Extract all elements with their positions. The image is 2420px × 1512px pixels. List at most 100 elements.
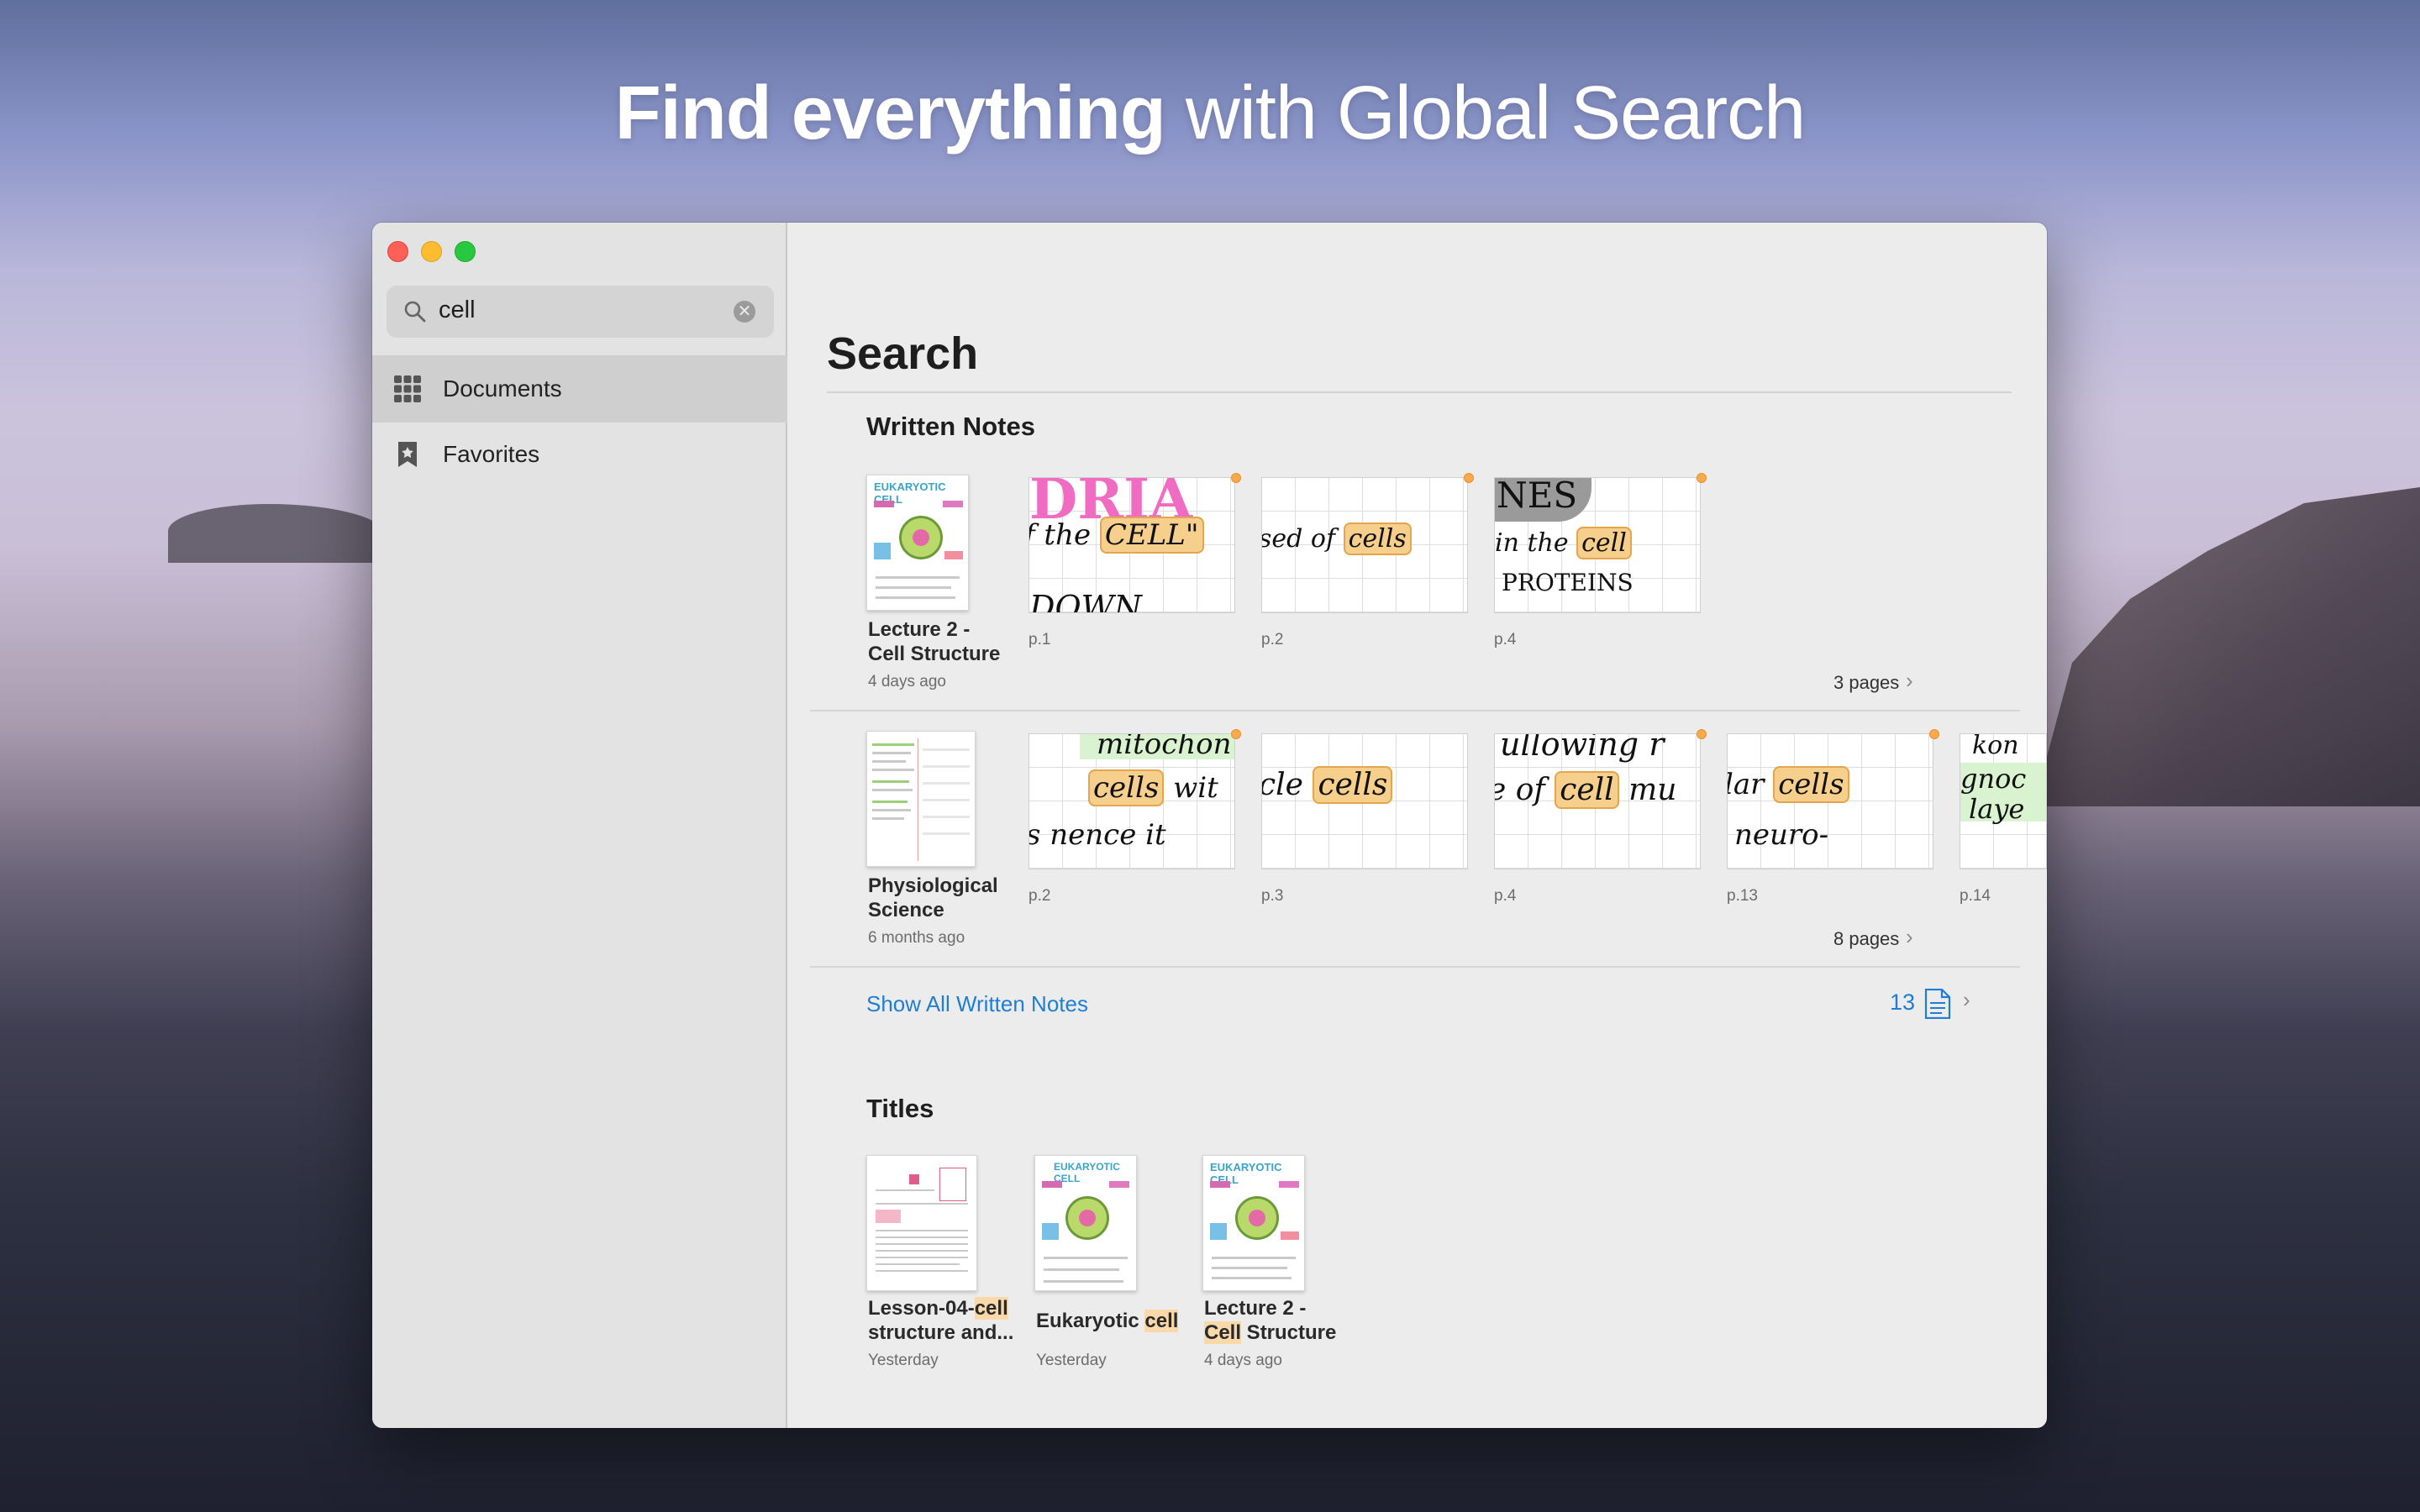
document-icon[interactable] xyxy=(1923,989,1952,1019)
headline: Find everything with Global Search xyxy=(0,71,2420,157)
search-match-highlight: Cell xyxy=(1204,1321,1242,1344)
document-date: Yesterday xyxy=(868,1352,939,1369)
main-content: Search Written Notes EUKARYOTIC CELL Lec… xyxy=(789,223,2047,1428)
title-text: Lecture 2 - xyxy=(1204,1297,1307,1320)
headline-rest: with Global Search xyxy=(1165,71,1806,155)
minimize-window-button[interactable] xyxy=(421,241,442,262)
chevron-right-icon[interactable]: › xyxy=(1906,668,1913,694)
chevron-right-icon[interactable]: › xyxy=(1963,987,1970,1013)
written-notes-total[interactable]: 13 xyxy=(1890,990,1915,1016)
document-name-line: Lecture 2 - xyxy=(868,618,971,641)
grid-icon xyxy=(394,375,421,402)
sidebar-item-label: Documents xyxy=(443,375,562,402)
search-match-highlight: cell xyxy=(974,1297,1008,1320)
show-all-written-notes-link[interactable]: Show All Written Notes xyxy=(866,991,1088,1017)
document-name-line: Physiological xyxy=(868,874,998,897)
handwriting-text: PROTEINS xyxy=(1502,569,1634,596)
search-match-highlight: cells xyxy=(1088,769,1165,806)
handwriting-text: f the xyxy=(1028,518,1100,552)
page-thumbnail[interactable]: ullowing r e of cell mu xyxy=(1494,733,1701,869)
chevron-right-icon[interactable]: › xyxy=(1906,924,1913,950)
handwriting-text: wit xyxy=(1164,771,1218,805)
page-label: p.2 xyxy=(1261,631,1284,648)
magnifier-icon xyxy=(404,301,426,323)
page-title: Search xyxy=(827,328,979,379)
search-field[interactable]: cell ✕ xyxy=(387,286,774,338)
handwriting-text: mitochon xyxy=(1097,733,1232,761)
headline-bold: Find everything xyxy=(614,71,1166,155)
page-marker-dot xyxy=(1697,473,1707,483)
document-name-line: Cell Structure xyxy=(868,643,1001,665)
sidebar-item-favorites[interactable]: Favorites xyxy=(372,421,787,488)
handwriting-text: in the xyxy=(1495,528,1577,558)
title-text: Lesson-04- xyxy=(868,1297,975,1320)
page-label: p.2 xyxy=(1028,887,1051,905)
divider xyxy=(810,966,2020,968)
handwriting-text: lar xyxy=(1727,768,1774,801)
title-text: structure and... xyxy=(868,1321,1014,1344)
handwriting-text: laye xyxy=(1969,793,2025,825)
divider xyxy=(810,710,2020,711)
title-result-name[interactable]: Lecture 2 - Cell Structure xyxy=(1204,1296,1336,1345)
title-result-name[interactable]: Eukaryotic cell xyxy=(1036,1309,1179,1333)
handwriting-text: cle xyxy=(1261,768,1313,802)
page-marker-dot xyxy=(1697,729,1707,739)
page-thumbnail[interactable]: sed of cells xyxy=(1261,477,1468,613)
page-thumbnail[interactable]: DRIA f the CELL" DOWN xyxy=(1028,477,1235,613)
handwriting-text: gnoc xyxy=(1960,763,2027,795)
search-match-highlight: cell xyxy=(1555,771,1619,809)
page-label: p.4 xyxy=(1494,887,1517,905)
page-label: p.13 xyxy=(1727,887,1758,905)
sidebar-item-documents[interactable]: Documents xyxy=(372,355,787,423)
sidebar-item-label: Favorites xyxy=(443,441,540,467)
search-match-highlight: cell xyxy=(1144,1310,1179,1332)
section-heading-written-notes: Written Notes xyxy=(866,412,1035,441)
page-label: p.3 xyxy=(1261,887,1284,905)
handwriting-text: e of xyxy=(1494,773,1555,807)
document-date: Yesterday xyxy=(1036,1352,1107,1369)
document-thumbnail[interactable]: EUKARYOTIC CELL xyxy=(866,475,969,611)
search-match-highlight: cells xyxy=(1313,766,1393,804)
handwriting-text: kon xyxy=(1972,733,2019,760)
document-name-line: Science xyxy=(868,899,944,921)
search-match-highlight: CELL" xyxy=(1099,517,1204,554)
document-thumbnail[interactable]: EUKARYOTIC CELL xyxy=(1034,1155,1137,1291)
page-marker-dot xyxy=(1929,729,1939,739)
document-thumbnail[interactable]: EUKARYOTIC CELL xyxy=(1202,1155,1305,1291)
page-thumbnail[interactable]: kon gnoc laye xyxy=(1960,733,2047,869)
sidebar: cell ✕ Documents Favorites xyxy=(372,223,787,1428)
pages-count-link[interactable]: 3 pages xyxy=(1833,672,1899,694)
page-thumbnail[interactable]: NES in the cell PROTEINS xyxy=(1494,477,1701,613)
handwriting-text: NES xyxy=(1497,477,1578,516)
document-thumbnail[interactable] xyxy=(866,731,976,867)
handwriting-text: sed of xyxy=(1261,524,1344,554)
section-heading-titles: Titles xyxy=(866,1094,934,1123)
page-thumbnail[interactable]: mitochon cells wit s nence it xyxy=(1028,733,1235,869)
page-label: p.1 xyxy=(1028,631,1051,648)
page-thumbnail[interactable]: cle cells xyxy=(1261,733,1468,869)
handwriting-text: ullowing r xyxy=(1500,733,1665,763)
bookmark-star-icon xyxy=(398,442,417,467)
document-name[interactable]: Lecture 2 - Cell Structure xyxy=(868,617,1000,666)
handwriting-text: s nence it xyxy=(1028,818,1166,852)
title-result-name[interactable]: Lesson-04-cell structure and... xyxy=(868,1296,1013,1345)
handwriting-text: mu xyxy=(1618,773,1677,807)
document-name[interactable]: Physiological Science xyxy=(868,874,998,922)
handwriting-text: DOWN xyxy=(1029,589,1142,613)
search-match-highlight: cells xyxy=(1343,522,1412,555)
clear-icon[interactable]: ✕ xyxy=(734,301,755,323)
page-marker-dot xyxy=(1464,473,1474,483)
page-thumbnail[interactable]: lar cells neuro- xyxy=(1727,733,1933,869)
page-marker-dot xyxy=(1231,729,1241,739)
close-window-button[interactable] xyxy=(387,241,408,262)
page-marker-dot xyxy=(1231,473,1241,483)
document-thumbnail[interactable] xyxy=(866,1155,977,1291)
page-label: p.4 xyxy=(1494,631,1517,648)
handwriting-text: neuro- xyxy=(1734,818,1829,852)
document-date: 4 days ago xyxy=(868,673,946,690)
pages-count-link[interactable]: 8 pages xyxy=(1833,928,1899,950)
background-island xyxy=(168,504,387,563)
maximize-window-button[interactable] xyxy=(455,241,476,262)
search-match-highlight: cells xyxy=(1773,766,1849,803)
search-input[interactable]: cell xyxy=(439,297,476,324)
